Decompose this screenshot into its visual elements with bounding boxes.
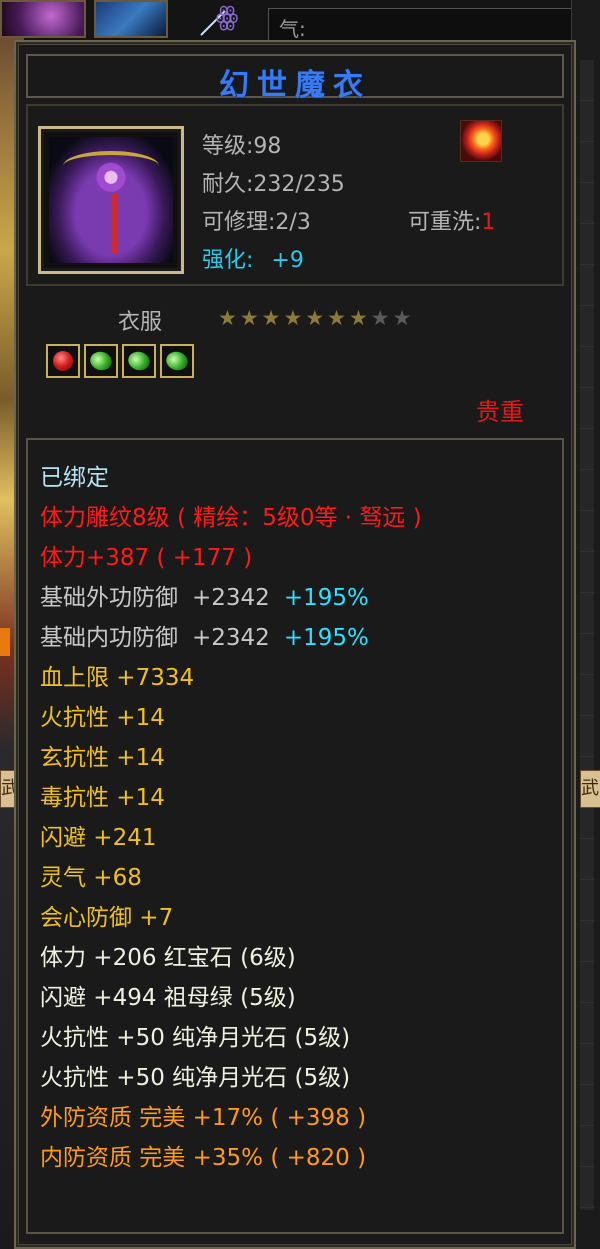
item-repairable: 可修理:2/3 [202, 210, 311, 235]
outer-defense-pct: +195% [283, 585, 369, 611]
background-button-right[interactable]: 武 [580, 770, 600, 808]
inner-defense-label: 基础内功防御 [40, 625, 178, 651]
star-filled-icon: ★ [218, 306, 240, 330]
stat-line: 灵气 +68 [40, 865, 142, 891]
item-durability: 耐久:232/235 [202, 172, 345, 197]
enhance-label: 强化: [202, 248, 254, 273]
inner-defense-value: +2342 [192, 625, 270, 651]
green-gem-icon [160, 344, 194, 378]
star-filled-icon: ★ [261, 306, 284, 330]
armor-image [49, 137, 173, 263]
item-portrait [38, 126, 184, 274]
stat-line: 火抗性 +14 [40, 705, 165, 731]
engrave-line: 体力雕纹8级 ( 精绘：5级0等 · 驽远 ) [40, 505, 422, 531]
armor-red-tie [111, 193, 117, 253]
armor-gold-trim [63, 151, 159, 181]
background-button-right-label: 武 [581, 778, 599, 799]
gem-stat-line: 火抗性 +50 纯净月光石 (5级) [40, 1065, 351, 1091]
stat-line: 闪避 +241 [40, 825, 157, 851]
emblem-icon: ꙮ [215, 2, 239, 32]
outer-defense-line: 基础外功防御 +2342 +195% [40, 578, 554, 618]
quality-line: 内防资质 完美 +35% ( +820 ) [40, 1145, 367, 1171]
stamina-line: 体力+387 ( +177 ) [40, 545, 253, 571]
star-filled-icon: ★ [239, 306, 262, 330]
outer-defense-label: 基础外功防御 [40, 585, 178, 611]
enhance-value: +9 [271, 248, 304, 273]
skill-slot-2[interactable] [94, 0, 226, 38]
item-enhance: 强化: +9 [202, 242, 304, 274]
title-bar: 幻世魔衣 [26, 54, 564, 103]
stats-box: 已绑定 体力雕纹8级 ( 精绘：5级0等 · 驽远 ) 体力+387 ( +17… [26, 438, 564, 1234]
star-empty-icon: ★ [392, 306, 415, 330]
quality-line: 外防资质 完美 +17% ( +398 ) [40, 1105, 367, 1131]
rewash-value: 1 [481, 210, 496, 235]
gem-sockets [46, 344, 198, 382]
red-gem-icon [46, 344, 80, 378]
skill-slot-1[interactable] [0, 0, 86, 38]
rewash-label: 可重洗: [408, 210, 482, 235]
green-gem-icon [122, 344, 156, 378]
item-slot-type: 衣服 [118, 310, 163, 335]
stat-line: 毒抗性 +14 [40, 785, 165, 811]
stat-line: 玄抗性 +14 [40, 745, 165, 771]
item-name: 幻世魔衣 [219, 68, 371, 103]
input-label: 气: [279, 17, 306, 41]
star-empty-icon: ★ [370, 306, 393, 330]
gem-stat-line: 火抗性 +50 纯净月光石 (5级) [40, 1025, 351, 1051]
bound-status: 已绑定 [40, 465, 109, 491]
star-filled-icon: ★ [327, 306, 349, 330]
fire-emblem-icon [460, 120, 502, 162]
item-tooltip: 幻世魔衣 等级:98 耐久:232/235 可修理:2/3 可重洗:1 强化: +… [14, 40, 576, 1249]
inner-defense-pct: +195% [283, 625, 369, 651]
background-orange-marker [0, 628, 10, 656]
gem-stat-line: 体力 +206 红宝石 (6级) [40, 945, 296, 971]
item-level: 等级:98 [202, 134, 282, 159]
stat-line: 血上限 +7334 [40, 665, 195, 691]
item-rewash: 可重洗:1 [408, 204, 495, 236]
star-filled-icon: ★ [348, 306, 371, 330]
star-filled-icon: ★ [283, 306, 306, 330]
green-gem-icon [84, 344, 118, 378]
star-filled-icon: ★ [305, 306, 328, 330]
item-info-box: 等级:98 耐久:232/235 可修理:2/3 可重洗:1 强化: +9 [26, 104, 564, 286]
stats-list: 已绑定 体力雕纹8级 ( 精绘：5级0等 · 驽远 ) 体力+387 ( +17… [40, 458, 554, 1178]
right-panel-lines [580, 60, 594, 1210]
outer-defense-value: +2342 [192, 585, 270, 611]
gem-stat-line: 闪避 +494 祖母绿 (5级) [40, 985, 296, 1011]
star-rating: ★★★★★★★★★ [218, 306, 414, 330]
chat-input-field[interactable]: 气: [268, 8, 590, 44]
item-quality: 贵重 [476, 398, 524, 426]
inner-defense-line: 基础内功防御 +2342 +195% [40, 618, 554, 658]
stat-line: 会心防御 +7 [40, 905, 174, 931]
